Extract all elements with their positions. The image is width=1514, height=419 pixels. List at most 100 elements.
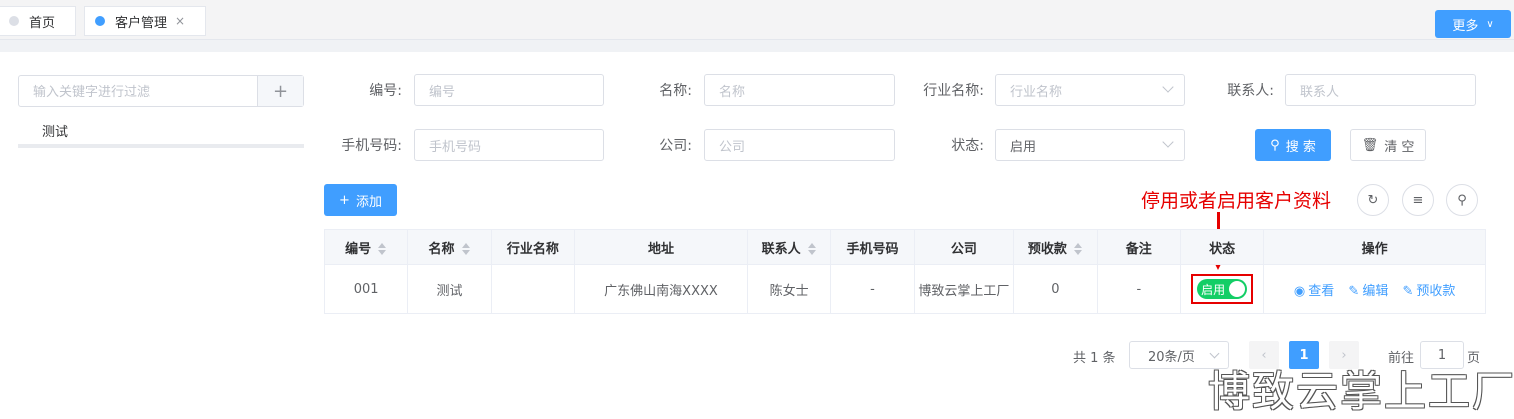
annotation-text: 停用或者启用客户资料 [1141,190,1332,212]
cell-phone: - [830,264,915,314]
column-header: 地址 [574,229,748,265]
column-header: 操作 [1263,229,1486,265]
column-header: 备注 [1096,229,1181,265]
refresh-icon: ↻ [1367,192,1379,208]
table-row: 001 测试 广东佛山南海XXXX 陈女士 - 博致云掌上工厂 0 - 启用 ◉… [323,264,1486,314]
phone-input[interactable]: 手机号码 [414,129,604,161]
cell-contact: 陈女士 [746,264,832,314]
edit-link[interactable]: ✎ 编辑 [1348,284,1388,299]
plus-icon: + [339,192,350,208]
column-header-label: 联系人 [761,241,801,257]
watermark: 博致云掌上工厂 [1208,367,1514,416]
chevron-down-icon [1162,136,1174,148]
search-icon: ⚲ [1270,137,1280,153]
tree-filter: + [18,75,304,107]
cell-status: 启用 [1179,264,1265,314]
pagination-total: 共 1 条 [1073,350,1116,366]
column-settings-button[interactable]: ≡ [1402,184,1434,216]
prepayment-link[interactable]: ✎ 预收款 [1402,284,1455,299]
cell-address: 广东佛山南海XXXX [574,264,748,314]
content-divider [0,40,1514,52]
add-button[interactable]: + 添加 [324,184,397,216]
industry-select-placeholder: 行业名称 [1010,84,1063,100]
status-select-value: 启用 [1010,139,1037,155]
search-icon: ⚲ [1457,192,1467,208]
sort-icon[interactable] [377,243,387,255]
add-button-label: 添加 [355,194,382,210]
customer-table: 编号 名称 行业名称 地址 联系人 手机号码 公司 预收款 备注 状态 操作 0… [323,229,1486,314]
tab-home-label: 首页 [29,15,56,31]
search-button-label: 搜 索 [1285,139,1316,155]
view-link-label: 查看 [1308,283,1335,299]
refresh-button[interactable]: ↻ [1357,184,1389,216]
sliders-icon: ≡ [1412,192,1424,208]
trash-icon: 🗑 [1361,137,1379,153]
search-button[interactable]: ⚲ 搜 索 [1255,129,1331,161]
tree-filter-input[interactable] [19,76,257,106]
tree-item[interactable]: 测试 [18,116,304,148]
switch-knob [1229,281,1246,297]
cell-remark: - [1096,264,1181,314]
contact-label: 联系人: [1227,83,1274,99]
sort-icon[interactable] [807,243,817,255]
clear-button-label: 清 空 [1384,139,1415,155]
tab-bar: 首页 客户管理 × 更多 ∨ [0,0,1514,40]
tab-active-dot-icon [95,16,105,26]
company-label: 公司: [659,138,692,154]
company-input[interactable]: 公司 [704,129,895,161]
code-input[interactable]: 编号 [414,74,604,106]
column-header[interactable]: 联系人 [746,229,832,265]
cell-company: 博致云掌上工厂 [913,264,1015,314]
add-category-button[interactable]: + [257,76,303,106]
sort-icon[interactable] [1073,243,1083,255]
cell-code: 001 [323,264,409,314]
toggle-search-button[interactable]: ⚲ [1446,184,1478,216]
status-switch[interactable]: 启用 [1197,279,1248,299]
column-header: 状态 [1179,229,1265,265]
column-header: 手机号码 [830,229,915,265]
tab-customer-label: 客户管理 [115,15,168,31]
annotation-highlight-box: 启用 [1191,274,1254,304]
code-label: 编号: [369,83,402,99]
clear-button[interactable]: 🗑 清 空 [1350,129,1426,161]
column-header[interactable]: 预收款 [1013,229,1098,265]
tab-dot-icon [9,16,19,26]
sort-icon[interactable] [461,243,471,255]
column-header-label: 编号 [345,241,372,257]
cell-industry [490,264,576,314]
status-switch-label: 启用 [1201,282,1226,297]
phone-label: 手机号码: [341,138,402,154]
tab-home[interactable]: 首页 [0,6,76,36]
column-header[interactable]: 编号 [323,229,409,265]
column-header: 公司 [913,229,1015,265]
more-button-label: 更多 [1452,18,1479,34]
column-header-label: 预收款 [1027,241,1067,257]
chevron-down-icon: ∨ [1486,18,1494,30]
page-size-value: 20条/页 [1148,349,1195,365]
status-label: 状态: [951,138,984,154]
table-header-row: 编号 名称 行业名称 地址 联系人 手机号码 公司 预收款 备注 状态 操作 [323,229,1486,265]
status-select[interactable]: 启用 [995,129,1185,161]
edit-icon: ✎ [1402,283,1414,299]
close-icon[interactable]: × [175,14,185,28]
eye-icon: ◉ [1293,283,1306,299]
chevron-down-icon [1162,81,1174,93]
edit-link-label: 编辑 [1362,283,1389,299]
cell-prepayment: 0 [1013,264,1098,314]
edit-icon: ✎ [1348,283,1360,299]
cell-name: 测试 [407,264,492,314]
cell-operations: ◉ 查看 ✎ 编辑 ✎ 预收款 [1263,264,1486,314]
contact-input[interactable]: 联系人 [1285,74,1476,106]
name-input[interactable]: 名称 [704,74,895,106]
industry-label: 行业名称: [923,83,984,99]
prepayment-link-label: 预收款 [1416,283,1456,299]
industry-select[interactable]: 行业名称 [995,74,1185,106]
view-link[interactable]: ◉ 查看 [1294,284,1334,299]
chevron-down-icon [1209,348,1220,359]
column-header-label: 名称 [428,241,455,257]
more-button[interactable]: 更多 ∨ [1435,10,1511,38]
column-header: 行业名称 [490,229,576,265]
tab-customer-management[interactable]: 客户管理 × [84,6,206,36]
column-header[interactable]: 名称 [407,229,492,265]
name-label: 名称: [659,83,692,99]
